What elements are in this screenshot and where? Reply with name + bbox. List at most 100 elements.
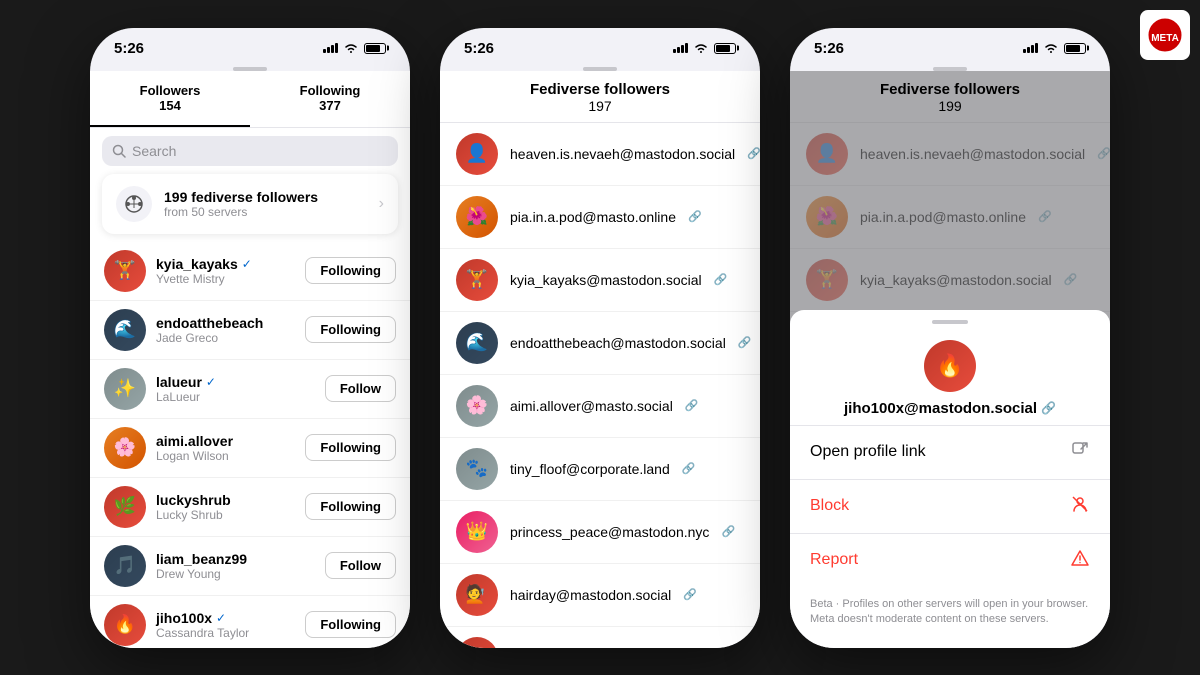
status-icons-2 [673,42,736,54]
follower-name-row-1: endoatthebeach [156,315,295,331]
follower-row-4[interactable]: 🌿 luckyshrub Lucky Shrub Following [90,478,410,537]
follow-btn-1[interactable]: Following [305,316,396,343]
follower-info-6: jiho100x ✓ Cassandra Taylor [156,610,295,640]
watermark-svg: META [1147,17,1183,53]
follower-row-6[interactable]: 🔥 jiho100x ✓ Cassandra Taylor Following [90,596,410,648]
follower-row-5[interactable]: 🎵 liam_beanz99 Drew Young Follow [90,537,410,596]
follower-row-2[interactable]: ✨ lalueur ✓ LaLueur Follow [90,360,410,419]
follower-row-0[interactable]: 🏋 kyia_kayaks ✓ Yvette Mistry Following [90,242,410,301]
svg-text:META: META [1151,33,1179,44]
battery-icon-2 [714,43,736,54]
fedi-row-2[interactable]: 🏋 kyia_kayaks@mastodon.social 🔗 [440,249,760,312]
fedi-row-7[interactable]: 💇 hairday@mastodon.social 🔗 [440,564,760,627]
follow-btn-0[interactable]: Following [305,257,396,284]
avatar-inner-6: 🔥 [104,604,146,646]
phone2-content: Fediverse followers 197 👤 heaven.is.neva… [440,71,760,648]
s2-bar-3 [681,45,684,53]
signal-icon-3 [1023,43,1038,53]
fedi-avatar-4: 🌸 [456,385,498,427]
follower-name-row-6: jiho100x ✓ [156,610,295,626]
follower-row-3[interactable]: 🌸 aimi.allover Logan Wilson Following [90,419,410,478]
follow-btn-6[interactable]: Following [305,611,396,638]
modal-report-icon [1070,548,1090,573]
follower-sub-5: Drew Young [156,567,315,581]
follower-row-1[interactable]: 🌊 endoatthebeach Jade Greco Following [90,301,410,360]
fedi-link-icon-1: 🔗 [688,210,702,223]
fedi-link-icon-7: 🔗 [683,588,697,601]
fediverse-icon [116,186,152,222]
modal-action-open-profile[interactable]: Open profile link [790,425,1110,479]
status-bar-1: 5:26 [90,28,410,61]
follower-name-row-0: kyia_kayaks ✓ [156,256,295,272]
follow-btn-4[interactable]: Following [305,493,396,520]
fedi-av-inner-7: 💇 [456,574,498,616]
follower-info-4: luckyshrub Lucky Shrub [156,492,295,522]
fedi-row-5[interactable]: 🐾 tiny_floof@corporate.land 🔗 [440,438,760,501]
avatar-inner-2: ✨ [104,368,146,410]
fedi-av-inner-8: 🔥 [456,637,498,648]
fedi-avatar-0: 👤 [456,133,498,175]
fedi-av-inner-5: 🐾 [456,448,498,490]
s2-bar-1 [673,49,676,53]
signal-icon [323,43,338,53]
avatar-inner-5: 🎵 [104,545,146,587]
fedi-row-1[interactable]: 🌺 pia.in.a.pod@masto.online 🔗 [440,186,760,249]
fedi-av-inner-4: 🌸 [456,385,498,427]
watermark-logo: META [1140,10,1190,60]
chevron-right-icon: › [379,195,384,213]
fedi-list-2: 👤 heaven.is.nevaeh@mastodon.social 🔗 🌺 p… [440,123,760,648]
modal-avatar-emoji: 🔥 [936,353,963,379]
follower-sub-3: Logan Wilson [156,449,295,463]
phones-container: 5:26 [70,8,1130,668]
fediverse-title: 199 fediverse followers [164,189,318,205]
follow-btn-3[interactable]: Following [305,434,396,461]
battery-icon-3 [1064,43,1086,54]
fedi-row-3[interactable]: 🌊 endoatthebeach@mastodon.social 🔗 [440,312,760,375]
modal-action-report[interactable]: Report [790,533,1110,587]
follow-btn-2[interactable]: Follow [325,375,396,402]
phone-1: 5:26 [90,28,410,648]
fedi-row-6[interactable]: 👑 princess_peace@mastodon.nyc 🔗 [440,501,760,564]
fedi-username-3: endoatthebeach@mastodon.social [510,335,726,351]
modal-report-label: Report [810,551,858,569]
verified-badge-0: ✓ [242,257,252,271]
fedi-av-inner-1: 🌺 [456,196,498,238]
avatar-inner-4: 🌿 [104,486,146,528]
follower-name-1: endoatthebeach [156,315,263,331]
fedi-row-0[interactable]: 👤 heaven.is.nevaeh@mastodon.social 🔗 [440,123,760,186]
fedi-av-inner-3: 🌊 [456,322,498,364]
signal-bar-1 [323,49,326,53]
s2-bar-2 [677,47,680,53]
fedi-row-8[interactable]: 🔥 jiho100x@mastodon.social 🔗 [440,627,760,648]
modal-sheet: 🔥 jiho100x@mastodon.social 🔗 Open profil… [790,310,1110,648]
avatar-5: 🎵 [104,545,146,587]
follower-info-1: endoatthebeach Jade Greco [156,315,295,345]
tab-following[interactable]: Following 377 [250,71,410,127]
drag-handle-1 [233,67,267,71]
follow-btn-5[interactable]: Follow [325,552,396,579]
fedi-link-icon-5: 🔗 [682,462,696,475]
search-icon [112,144,126,158]
follower-sub-4: Lucky Shrub [156,508,295,522]
follower-name-6: jiho100x [156,610,212,626]
search-bar[interactable]: Search [102,136,398,166]
verified-badge-2: ✓ [206,375,216,389]
status-time-1: 5:26 [114,40,144,57]
follower-name-5: liam_beanz99 [156,551,247,567]
fediverse-banner[interactable]: 199 fediverse followers from 50 servers … [102,174,398,234]
fedi-link-icon-2: 🔗 [714,273,728,286]
fediverse-left: 199 fediverse followers from 50 servers [116,186,318,222]
modal-block-label: Block [810,497,849,515]
search-placeholder: Search [132,143,176,159]
tab-followers[interactable]: Followers 154 [90,71,250,127]
avatar-inner-0: 🏋 [104,250,146,292]
fedi-username-7: hairday@mastodon.social [510,587,671,603]
s3-bar-2 [1027,47,1030,53]
follower-sub-6: Cassandra Taylor [156,626,295,640]
signal-icon-2 [673,43,688,53]
modal-action-block[interactable]: Block [790,479,1110,533]
modal-open-profile-icon [1070,440,1090,465]
fedi-row-4[interactable]: 🌸 aimi.allover@masto.social 🔗 [440,375,760,438]
modal-avatar-area: 🔥 jiho100x@mastodon.social 🔗 [790,340,1110,417]
battery-icon [364,43,386,54]
